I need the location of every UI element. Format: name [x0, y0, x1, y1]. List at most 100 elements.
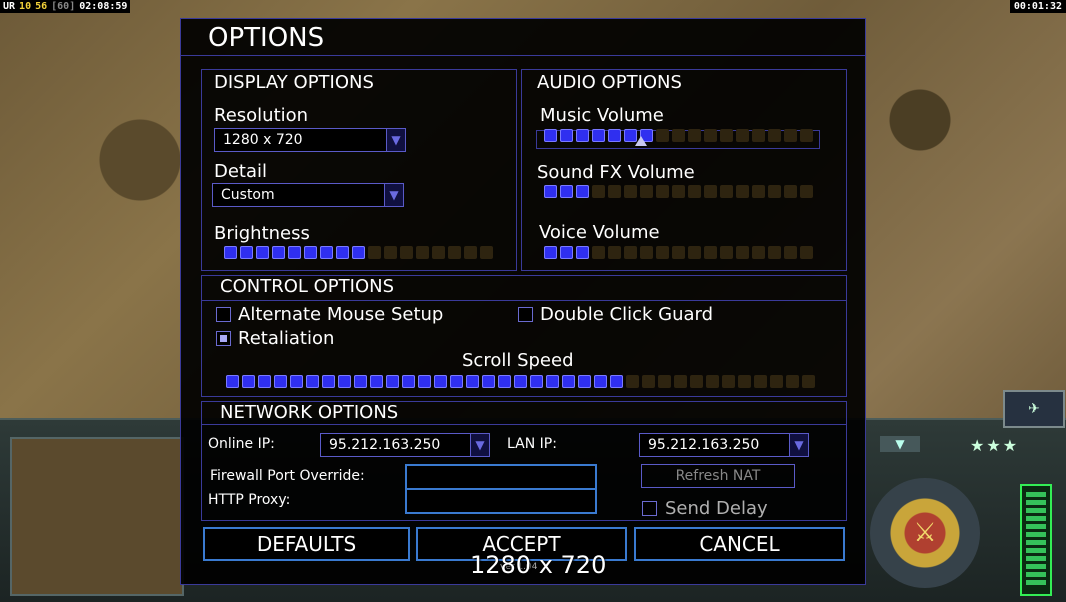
slider-segment-empty[interactable] — [768, 128, 781, 142]
slider-segment-filled[interactable] — [402, 374, 415, 388]
music-volume-slider[interactable] — [544, 128, 813, 142]
slider-segment-empty[interactable] — [736, 128, 749, 142]
slider-segment-empty[interactable] — [640, 245, 653, 259]
refresh-nat-button[interactable]: Refresh NAT — [641, 464, 795, 488]
slider-segment-filled[interactable] — [466, 374, 479, 388]
slider-segment-filled[interactable] — [240, 245, 253, 259]
slider-segment-empty[interactable] — [768, 184, 781, 198]
slider-segment-filled[interactable] — [386, 374, 399, 388]
slider-segment-filled[interactable] — [258, 374, 271, 388]
slider-segment-empty[interactable] — [480, 245, 493, 259]
slider-segment-empty[interactable] — [784, 184, 797, 198]
brightness-slider[interactable] — [224, 245, 493, 259]
slider-segment-filled[interactable] — [578, 374, 591, 388]
slider-segment-empty[interactable] — [642, 374, 655, 388]
slider-segment-empty[interactable] — [674, 374, 687, 388]
slider-segment-filled[interactable] — [610, 374, 623, 388]
slider-segment-empty[interactable] — [784, 128, 797, 142]
slider-segment-empty[interactable] — [720, 245, 733, 259]
slider-segment-empty[interactable] — [722, 374, 735, 388]
defaults-button[interactable]: DEFAULTS — [203, 527, 410, 561]
slider-segment-empty[interactable] — [384, 245, 397, 259]
slider-segment-empty[interactable] — [592, 184, 605, 198]
slider-segment-empty[interactable] — [624, 245, 637, 259]
lan-ip-dropdown[interactable]: 95.212.163.250 ▼ — [639, 433, 809, 457]
firewall-port-input[interactable] — [405, 464, 597, 490]
slider-segment-empty[interactable] — [626, 374, 639, 388]
minimap[interactable] — [10, 437, 184, 596]
slider-segment-filled[interactable] — [514, 374, 527, 388]
chevron-down-icon[interactable]: ▼ — [386, 129, 405, 151]
double-click-guard-checkbox[interactable] — [518, 307, 533, 322]
slider-segment-empty[interactable] — [738, 374, 751, 388]
slider-segment-empty[interactable] — [768, 245, 781, 259]
slider-segment-filled[interactable] — [370, 374, 383, 388]
slider-segment-filled[interactable] — [498, 374, 511, 388]
slider-segment-filled[interactable] — [288, 245, 301, 259]
slider-segment-empty[interactable] — [752, 128, 765, 142]
slider-segment-filled[interactable] — [290, 374, 303, 388]
slider-segment-empty[interactable] — [770, 374, 783, 388]
slider-segment-filled[interactable] — [272, 245, 285, 259]
radar-icon[interactable]: ✈ — [1003, 390, 1065, 428]
slider-segment-filled[interactable] — [242, 374, 255, 388]
slider-segment-filled[interactable] — [418, 374, 431, 388]
slider-segment-empty[interactable] — [754, 374, 767, 388]
slider-segment-empty[interactable] — [800, 245, 813, 259]
slider-segment-filled[interactable] — [482, 374, 495, 388]
slider-segment-filled[interactable] — [546, 374, 559, 388]
slider-segment-empty[interactable] — [736, 245, 749, 259]
slider-segment-empty[interactable] — [802, 374, 815, 388]
slider-segment-empty[interactable] — [672, 245, 685, 259]
online-ip-dropdown[interactable]: 95.212.163.250 ▼ — [320, 433, 490, 457]
slider-segment-filled[interactable] — [434, 374, 447, 388]
slider-segment-empty[interactable] — [608, 184, 621, 198]
slider-segment-empty[interactable] — [720, 128, 733, 142]
slider-segment-filled[interactable] — [352, 245, 365, 259]
slider-segment-empty[interactable] — [752, 184, 765, 198]
slider-segment-filled[interactable] — [224, 245, 237, 259]
slider-segment-empty[interactable] — [368, 245, 381, 259]
slider-segment-filled[interactable] — [226, 374, 239, 388]
slider-segment-empty[interactable] — [800, 128, 813, 142]
slider-segment-empty[interactable] — [704, 245, 717, 259]
chevron-down-icon[interactable]: ▼ — [384, 184, 403, 206]
slider-segment-empty[interactable] — [656, 245, 669, 259]
slider-segment-empty[interactable] — [736, 184, 749, 198]
alt-mouse-checkbox[interactable] — [216, 307, 231, 322]
slider-segment-empty[interactable] — [800, 184, 813, 198]
slider-segment-filled[interactable] — [562, 374, 575, 388]
slider-segment-empty[interactable] — [786, 374, 799, 388]
slider-segment-filled[interactable] — [576, 128, 589, 142]
slider-segment-filled[interactable] — [320, 245, 333, 259]
sound-fx-slider[interactable] — [544, 184, 813, 198]
slider-segment-empty[interactable] — [448, 245, 461, 259]
slider-segment-filled[interactable] — [576, 245, 589, 259]
slider-segment-empty[interactable] — [656, 128, 669, 142]
slider-segment-filled[interactable] — [560, 128, 573, 142]
slider-segment-filled[interactable] — [594, 374, 607, 388]
slider-segment-empty[interactable] — [592, 245, 605, 259]
slider-segment-filled[interactable] — [560, 245, 573, 259]
slider-segment-filled[interactable] — [274, 374, 287, 388]
slider-segment-filled[interactable] — [576, 184, 589, 198]
slider-segment-empty[interactable] — [656, 184, 669, 198]
send-delay-checkbox[interactable] — [642, 501, 657, 516]
slider-segment-empty[interactable] — [704, 184, 717, 198]
slider-segment-filled[interactable] — [336, 245, 349, 259]
slider-segment-filled[interactable] — [450, 374, 463, 388]
slider-segment-empty[interactable] — [672, 128, 685, 142]
collapse-arrow-icon[interactable]: ▼ — [880, 436, 920, 452]
slider-segment-empty[interactable] — [658, 374, 671, 388]
slider-segment-empty[interactable] — [400, 245, 413, 259]
slider-segment-empty[interactable] — [720, 184, 733, 198]
slider-segment-filled[interactable] — [544, 128, 557, 142]
slider-segment-filled[interactable] — [354, 374, 367, 388]
slider-segment-filled[interactable] — [530, 374, 543, 388]
slider-segment-filled[interactable] — [544, 245, 557, 259]
slider-segment-empty[interactable] — [432, 245, 445, 259]
slider-segment-empty[interactable] — [416, 245, 429, 259]
slider-segment-filled[interactable] — [560, 184, 573, 198]
slider-segment-filled[interactable] — [544, 184, 557, 198]
slider-segment-empty[interactable] — [688, 245, 701, 259]
